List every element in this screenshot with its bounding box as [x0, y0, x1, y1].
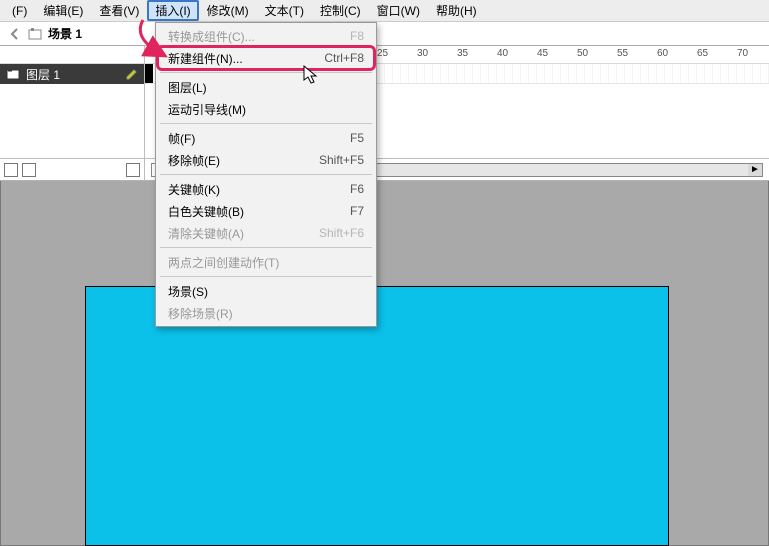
delete-layer-button[interactable] — [126, 163, 140, 177]
menu-layer[interactable]: 图层(L) — [158, 76, 374, 98]
menu-convert-to-symbol: 转换成组件(C)... F8 — [158, 25, 374, 47]
menu-motion-guide[interactable]: 运动引导线(M) — [158, 98, 374, 120]
scene-icon — [28, 27, 42, 41]
scene-title: 场景 1 — [48, 25, 82, 42]
menu-text[interactable]: 文本(T) — [257, 0, 312, 21]
pencil-icon — [126, 68, 138, 80]
tick-35: 35 — [457, 48, 468, 59]
tick-55: 55 — [617, 48, 628, 59]
tick-40: 40 — [497, 48, 508, 59]
menu-clear-keyframe: 清除关键帧(A) Shift+F6 — [158, 222, 374, 244]
tick-50: 50 — [577, 48, 588, 59]
menu-keyframe[interactable]: 关键帧(K) F6 — [158, 178, 374, 200]
menu-window[interactable]: 窗口(W) — [369, 0, 428, 21]
menu-new-symbol[interactable]: 新建组件(N)... Ctrl+F8 — [158, 47, 374, 69]
tick-45: 45 — [537, 48, 548, 59]
menu-f[interactable]: (F) — [4, 2, 35, 20]
menubar: (F) 编辑(E) 查看(V) 插入(I) 修改(M) 文本(T) 控制(C) … — [0, 0, 769, 22]
stage-background[interactable] — [0, 181, 769, 546]
menu-edit[interactable]: 编辑(E) — [35, 0, 91, 21]
menu-control[interactable]: 控制(C) — [312, 0, 369, 21]
menu-view[interactable]: 查看(V) — [91, 0, 147, 21]
tick-25: 25 — [377, 48, 388, 59]
layer-icon — [6, 67, 20, 81]
add-layer-button[interactable] — [4, 163, 18, 177]
layer-label: 图层 1 — [26, 66, 60, 83]
menu-remove-scene: 移除场景(R) — [158, 302, 374, 324]
menu-blank-keyframe[interactable]: 白色关键帧(B) F7 — [158, 200, 374, 222]
layers-buttons — [0, 158, 144, 180]
menu-insert[interactable]: 插入(I) — [147, 0, 198, 21]
scroll-right-icon[interactable]: ► — [748, 164, 762, 176]
scene-titlebar: 场景 1 — [0, 22, 769, 46]
menu-frame[interactable]: 帧(F) F5 — [158, 127, 374, 149]
tick-65: 65 — [697, 48, 708, 59]
tick-70: 70 — [737, 48, 748, 59]
insert-dropdown: 转换成组件(C)... F8 新建组件(N)... Ctrl+F8 图层(L) … — [155, 22, 377, 327]
layers-panel: 图层 1 — [0, 46, 145, 180]
tick-60: 60 — [657, 48, 668, 59]
menu-create-tween: 两点之间创建动作(T) — [158, 251, 374, 273]
menu-modify[interactable]: 修改(M) — [199, 0, 257, 21]
menu-scene[interactable]: 场景(S) — [158, 280, 374, 302]
menu-remove-frame[interactable]: 移除帧(E) Shift+F5 — [158, 149, 374, 171]
add-guide-button[interactable] — [22, 163, 36, 177]
back-icon[interactable] — [8, 27, 22, 41]
tick-30: 30 — [417, 48, 428, 59]
cursor-icon — [303, 65, 319, 85]
menu-help[interactable]: 帮助(H) — [428, 0, 485, 21]
layer-row[interactable]: 图层 1 — [0, 64, 144, 84]
timeline-area: 图层 1 25 30 35 40 45 50 55 60 65 — [0, 46, 769, 181]
